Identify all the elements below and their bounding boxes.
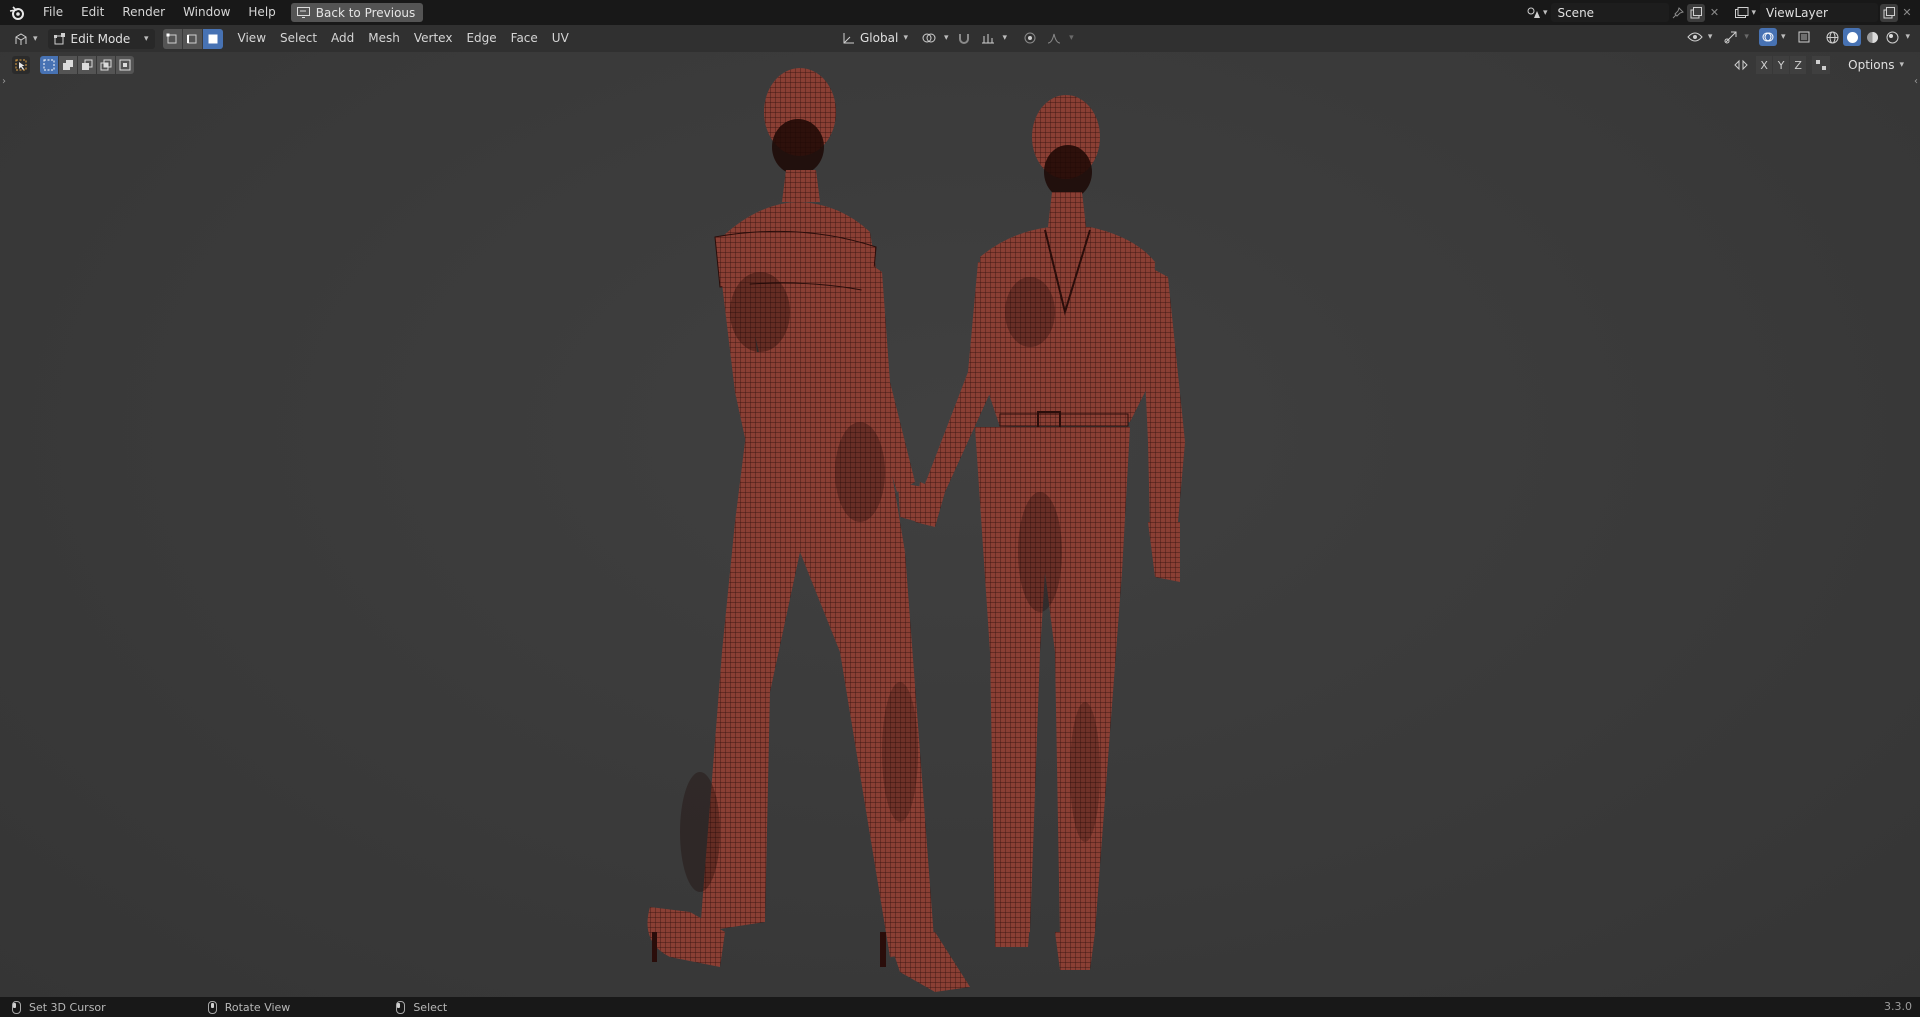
chevron-down-icon[interactable]: ▾ xyxy=(1781,32,1786,42)
view-layer-field[interactable]: ViewLayer xyxy=(1760,3,1878,22)
chevron-down-icon: ▾ xyxy=(903,33,908,43)
view-layer-name: ViewLayer xyxy=(1766,5,1828,20)
chevron-down-icon[interactable]: ▾ xyxy=(1003,33,1008,43)
pivot-point-icon[interactable] xyxy=(920,29,938,47)
3d-viewport-icon xyxy=(15,32,27,45)
status-left-click: Set 3D Cursor xyxy=(12,1000,106,1014)
scene-name: Scene xyxy=(1557,5,1595,20)
menu-select[interactable]: Select xyxy=(273,25,324,52)
mesh-figures[interactable] xyxy=(0,52,1920,997)
screen-icon xyxy=(296,7,310,18)
back-button-label: Back to Previous xyxy=(315,5,416,20)
orientation-label: Global xyxy=(860,31,899,45)
chevron-down-icon[interactable]: ▾ xyxy=(1905,32,1910,42)
visibility-eye-icon[interactable] xyxy=(1686,28,1704,46)
viewport-header: ▾ Edit Mode ▾ View Select Add Mesh Verte… xyxy=(0,25,1920,52)
back-to-previous-button[interactable]: Back to Previous xyxy=(290,3,424,22)
transform-orientation-selector[interactable]: Global ▾ xyxy=(836,28,914,48)
3d-viewport[interactable]: X Y Z Options ▾ › ‹ xyxy=(0,52,1920,997)
status-right-click: Select xyxy=(396,1000,448,1014)
xray-toggle-icon[interactable] xyxy=(1795,28,1813,46)
menu-window[interactable]: Window xyxy=(174,0,239,25)
status-middle-click: Rotate View xyxy=(207,1000,291,1014)
mouse-right-click-icon xyxy=(396,1000,406,1014)
chevron-down-icon[interactable]: ▾ xyxy=(1708,32,1713,42)
rendered-shading-icon[interactable] xyxy=(1883,28,1901,46)
menu-add[interactable]: Add xyxy=(324,25,361,52)
chevron-down-icon[interactable]: ▾ xyxy=(1744,32,1749,42)
top-bar: File Edit Render Window Help Back to Pre… xyxy=(0,0,1920,25)
editor-type-selector[interactable]: ▾ xyxy=(10,29,42,49)
new-view-layer-icon[interactable] xyxy=(1880,3,1898,22)
delete-scene-icon[interactable]: ✕ xyxy=(1705,4,1723,22)
menu-mesh[interactable]: Mesh xyxy=(361,25,407,52)
mode-label: Edit Mode xyxy=(70,31,131,46)
menu-render[interactable]: Render xyxy=(113,0,174,25)
falloff-curve-icon[interactable] xyxy=(1045,29,1063,47)
pin-icon[interactable] xyxy=(1669,4,1687,22)
menu-file[interactable]: File xyxy=(34,0,72,25)
status-middle-click-label: Rotate View xyxy=(224,1000,291,1014)
face-select-icon xyxy=(208,34,218,43)
status-bar: Set 3D Cursor Rotate View Select 3.3.0 xyxy=(0,997,1920,1017)
scene-name-field[interactable]: Scene xyxy=(1551,3,1670,22)
left-figure[interactable] xyxy=(647,68,971,992)
blender-logo-icon[interactable] xyxy=(0,0,34,25)
vertex-select-mode-button[interactable] xyxy=(162,28,183,49)
mouse-middle-click-icon xyxy=(207,1000,217,1014)
face-select-mode-button[interactable] xyxy=(202,28,223,49)
shading-mode-group xyxy=(1823,28,1901,46)
view-layer-icon[interactable] xyxy=(1733,4,1751,22)
orientation-axes-icon xyxy=(843,32,854,43)
wireframe-shading-icon[interactable] xyxy=(1823,28,1841,46)
status-left-click-label: Set 3D Cursor xyxy=(29,1000,106,1014)
select-mode-group xyxy=(162,28,223,49)
material-preview-shading-icon[interactable] xyxy=(1863,28,1881,46)
gizmo-icon[interactable] xyxy=(1722,28,1740,46)
mode-selector[interactable]: Edit Mode ▾ xyxy=(47,28,155,49)
chevron-down-icon[interactable]: ▾ xyxy=(1543,8,1548,18)
snap-icon[interactable] xyxy=(955,29,973,47)
edge-select-icon xyxy=(187,34,197,43)
chevron-down-icon[interactable]: ▾ xyxy=(1069,33,1074,43)
new-scene-icon[interactable] xyxy=(1687,3,1706,22)
scene-selector-icon[interactable] xyxy=(1525,4,1543,22)
edge-select-mode-button[interactable] xyxy=(182,28,203,49)
chevron-down-icon: ▾ xyxy=(33,33,38,44)
menu-edit[interactable]: Edit xyxy=(72,0,113,25)
snap-target-icon[interactable] xyxy=(979,29,997,47)
menu-help[interactable]: Help xyxy=(239,0,284,25)
menu-face[interactable]: Face xyxy=(504,25,545,52)
right-figure[interactable] xyxy=(915,95,1185,970)
menu-edge[interactable]: Edge xyxy=(459,25,503,52)
overlays-icon[interactable] xyxy=(1758,28,1777,46)
chevron-down-icon[interactable]: ▾ xyxy=(944,33,949,43)
status-right-click-label: Select xyxy=(413,1000,448,1014)
delete-view-layer-icon[interactable]: ✕ xyxy=(1898,4,1916,22)
vertex-select-icon xyxy=(166,33,177,43)
solid-shading-icon[interactable] xyxy=(1843,28,1862,46)
chevron-down-icon[interactable]: ▾ xyxy=(1751,8,1756,18)
blender-version: 3.3.0 xyxy=(1884,1000,1912,1013)
edit-mode-icon xyxy=(53,32,65,44)
menu-uv[interactable]: UV xyxy=(545,25,576,52)
mouse-left-click-icon xyxy=(12,1000,21,1014)
menu-view[interactable]: View xyxy=(231,25,273,52)
menu-vertex[interactable]: Vertex xyxy=(407,25,460,52)
proportional-editing-icon[interactable] xyxy=(1021,29,1039,47)
chevron-down-icon: ▾ xyxy=(144,33,149,44)
